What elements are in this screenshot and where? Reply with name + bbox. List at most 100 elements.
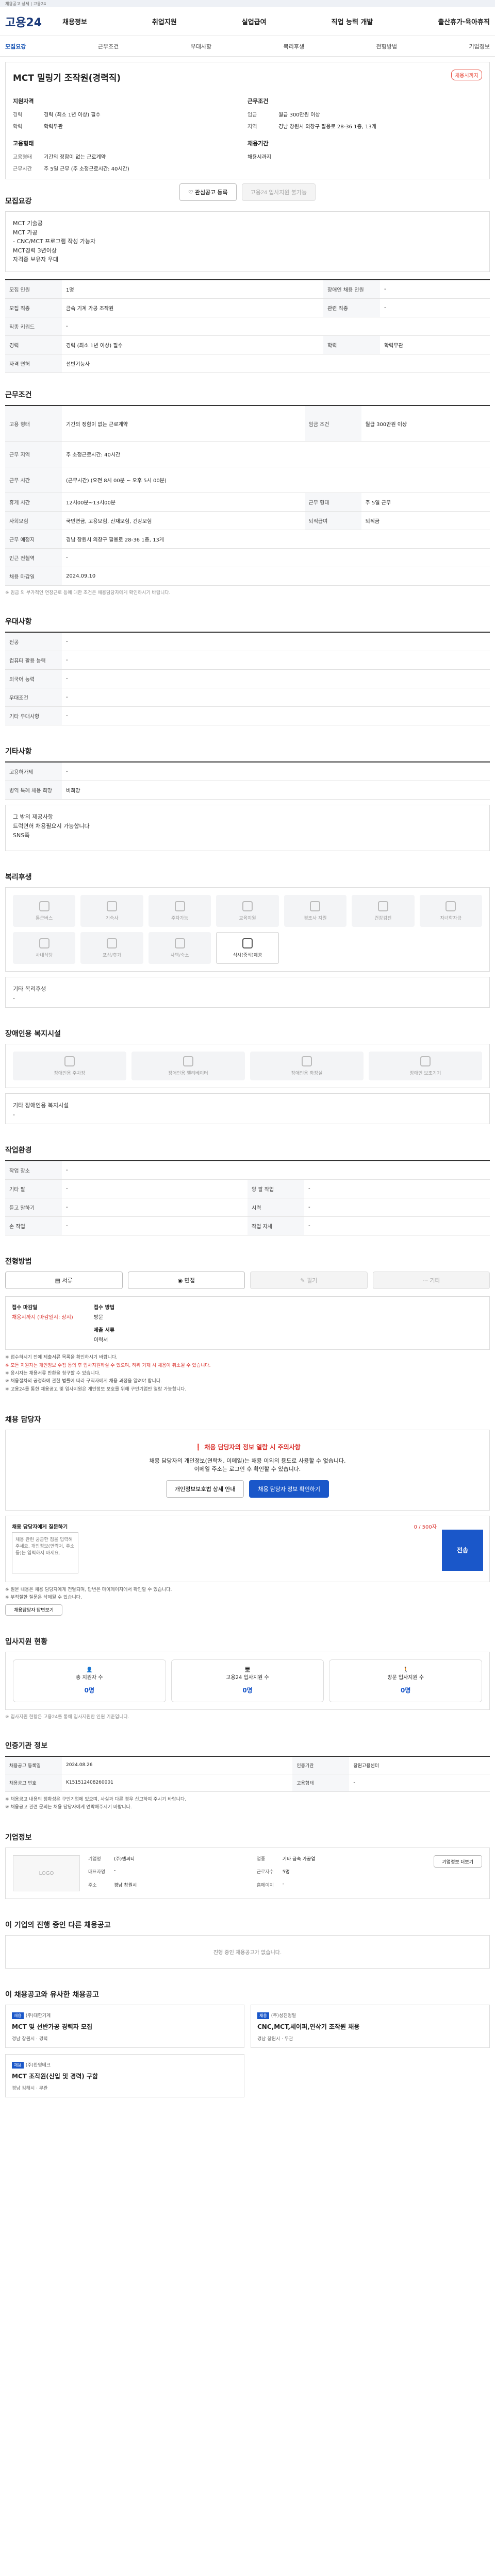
table-key: 전공: [5, 632, 62, 652]
recruit-desc: MCT 기술공 MCT 가공 - CNC/MCT 프로그램 작성 가능자 MCT…: [5, 211, 490, 272]
welfare-label: 기숙사: [105, 916, 119, 921]
bed-icon: [107, 901, 118, 911]
note-line: ※ 채용절차의 공정화에 관한 법률에 따라 구직자에게 채용 과정을 알려야 …: [5, 1379, 162, 1384]
pay-value: 월급 300만원 이상: [278, 112, 320, 118]
tab-pref[interactable]: 우대사항: [191, 42, 211, 50]
table-row: 인근 전철역 -: [5, 548, 490, 568]
gnb-item-jobs[interactable]: 채용정보: [62, 16, 87, 26]
card-company: (주)성진정밀: [271, 2013, 296, 2019]
table-value: 학력무관: [380, 335, 490, 354]
method-etc: ⋯ 기타: [372, 1272, 490, 1290]
table-row: 고용 형태 기간의 정함이 없는 근로계약 임금 조건 월급 300만원 이상: [5, 405, 490, 442]
answer-view-button[interactable]: 채용담당자 답변보기: [5, 1604, 63, 1616]
section-tabs: 모집요강 근무조건 우대사항 복리후생 전형방법 기업정보: [0, 36, 495, 57]
welfare-item: 사택/숙소: [148, 932, 211, 964]
table-key: 고용허가제: [5, 762, 62, 782]
tab-work[interactable]: 근무조건: [98, 42, 119, 50]
welfare-label: 자녀학자금: [440, 916, 461, 921]
table-key: 휴게 시간: [5, 493, 62, 512]
site-logo[interactable]: 고용24: [5, 13, 42, 30]
tab-method[interactable]: 전형방법: [376, 42, 397, 50]
alert-icon: ❗: [194, 1443, 205, 1451]
table-value: 월급 300만원 이상: [361, 405, 490, 442]
page: 채용공고 상세 | 고용24 고용24 채용정보 취업지원 실업급여 직업 능력…: [0, 0, 495, 2128]
global-nav: 고용24 채용정보 취업지원 실업급여 직업 능력 개발 출산휴가·육아휴직: [0, 7, 495, 36]
table-key: 손 작업: [5, 1216, 62, 1236]
field-key: 업종: [256, 1857, 266, 1862]
gnb-item-leave[interactable]: 출산휴가·육아휴직: [438, 16, 490, 26]
cafeteria-icon: [39, 938, 50, 948]
table-value: 금속 기계 가공 조작원: [62, 298, 323, 317]
table-value: -: [62, 762, 490, 782]
recommend-card[interactable]: 채용 (주)대한기계 MCT 및 선반가공 경력자 모집 경남 창원시 · 경력: [5, 2005, 244, 2048]
apply-button[interactable]: 고용24 입사지원 불가능: [241, 183, 316, 201]
welfare-item: 주차가능: [148, 895, 211, 927]
recommend-card[interactable]: 채용 (주)성진정밀 CNC,MCT,세이퍼,연삭기 조작원 채용 경남 창원시 …: [251, 2005, 490, 2048]
card-tag: 채용: [257, 2012, 269, 2020]
more-icon: ⋯: [422, 1277, 430, 1284]
applicants-title: 입사지원 현황: [5, 1637, 48, 1646]
disability-item: 장애인용 화장실: [250, 1052, 364, 1081]
table-row: 모집 인원 1명 장애인 채용 인원 -: [5, 279, 490, 299]
table-key: 관련 직종: [323, 298, 380, 317]
manager-desc2: 이메일 주소는 로그인 후 확인할 수 있습니다.: [194, 1465, 301, 1472]
question-input[interactable]: [12, 1532, 78, 1573]
recommend-card[interactable]: 채용 (주)한영테크 MCT 조작원(신입 및 경력) 구함 경남 김해시 · 무…: [5, 2054, 244, 2098]
company-more-button[interactable]: 기업정보 더보기: [433, 1855, 482, 1868]
method-notes: ※ 접수하시기 전에 제출서류 목록을 확인하시기 바랍니다. ※ 모든 지원자…: [5, 1354, 490, 1393]
school-icon: [446, 901, 456, 911]
table-key: 모집 인원: [5, 279, 62, 299]
table-key: 양 팔 작업: [248, 1179, 304, 1199]
job-summary-card: MCT 밀링기 조작원(경력직) 채용시까지 지원자격 경력 경력 (최소 1년 …: [5, 62, 490, 201]
table-key: 직종 키워드: [5, 317, 62, 336]
parking-icon: [174, 901, 185, 911]
table-row: 듣고 말하기 - 시력 -: [5, 1198, 490, 1217]
heart-icon: ♡: [188, 189, 195, 196]
method-label: 서류: [62, 1277, 73, 1284]
tab-welfare[interactable]: 복리후생: [284, 42, 304, 50]
form-label: 고용형태: [13, 155, 32, 160]
welfare-item: 통근버스: [13, 895, 76, 927]
recommend-list: 채용 (주)대한기계 MCT 및 선반가공 경력자 모집 경남 창원시 · 경력 …: [5, 2005, 490, 2098]
tab-recruit[interactable]: 모집요강: [5, 42, 26, 50]
disability-grid: 장애인용 주차장 장애인용 엘리베이터 장애인용 화장실 장애인 보조기기: [5, 1044, 490, 1089]
stat-label: 방문 입사지원 수: [387, 1674, 424, 1681]
pay-label: 임금: [248, 112, 257, 118]
table-row: 작업 장소 -: [5, 1161, 490, 1180]
footer-space: [5, 2097, 490, 2128]
welfare-item: 자녀학자금: [419, 895, 482, 927]
table-row: 우대조건 -: [5, 688, 490, 707]
table-key: 인증기관: [292, 1756, 350, 1774]
tab-company[interactable]: 기업정보: [469, 42, 489, 50]
meal-icon: [242, 938, 253, 948]
interest-button[interactable]: ♡ 관심공고 등록: [179, 183, 237, 201]
docs-label: 제출 서류: [93, 1328, 115, 1334]
table-value: 주 5일 근무: [361, 493, 490, 512]
document-icon: ▤: [55, 1277, 62, 1284]
table-key: 외국어 능력: [5, 669, 62, 689]
table-key: 기타 팔: [5, 1179, 62, 1199]
field-key: 근로자수: [256, 1870, 274, 1875]
welfare-item: 포상/휴가: [80, 932, 143, 964]
visit-icon: 🚶: [402, 1667, 409, 1673]
table-key: 고용 형태: [5, 405, 62, 442]
work-table: 고용 형태 기간의 정함이 없는 근로계약 임금 조건 월급 300만원 이상 근무 …: [5, 404, 490, 586]
card-title: MCT 조작원(신입 및 경력) 구함: [12, 2073, 98, 2080]
stat-label: 고용24 입사지원 수: [226, 1674, 269, 1681]
table-value: -: [62, 706, 490, 726]
field-value: 기타 금속 가공업: [282, 1857, 316, 1862]
privacy-law-button[interactable]: 개인정보보호법 상세 안내: [166, 1480, 244, 1498]
period-title: 채용기간: [248, 140, 269, 147]
gnb-item-support[interactable]: 취업지원: [152, 16, 177, 26]
gnb-item-benefit[interactable]: 실업급여: [242, 16, 267, 26]
gnb-item-training[interactable]: 직업 능력 개발: [332, 16, 373, 26]
method-label: 필기: [306, 1277, 318, 1284]
question-send-button[interactable]: 전송: [442, 1529, 483, 1571]
table-key: 듣고 말하기: [5, 1198, 62, 1217]
work-title: 근무조건: [5, 391, 32, 399]
restroom-icon: [302, 1056, 312, 1066]
manager-info-button[interactable]: 채용 담당자 정보 확인하기: [249, 1480, 329, 1498]
table-row: 기타 우대사항 -: [5, 706, 490, 726]
welfare-item: 사내식당: [13, 932, 76, 964]
table-value: -: [304, 1179, 490, 1199]
